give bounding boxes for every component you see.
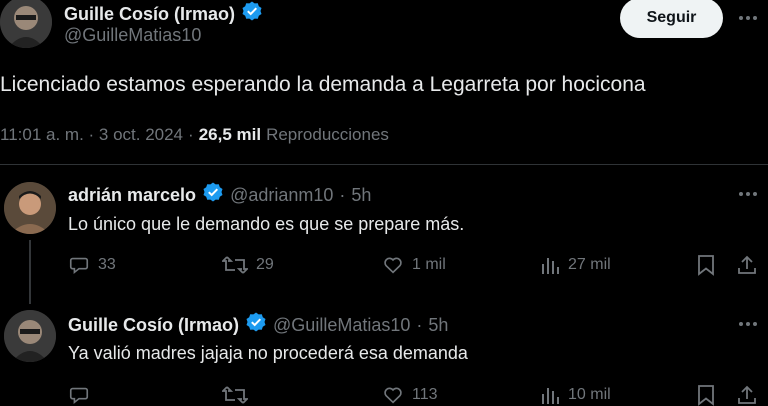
tweet-text: Licenciado estamos esperando la demanda … — [0, 73, 646, 96]
more-options-icon[interactable] — [736, 8, 760, 28]
heart-icon — [382, 384, 404, 406]
bookmark-icon — [696, 384, 716, 406]
thread-line — [29, 240, 31, 304]
reply-author-handle[interactable]: @GuilleMatias10 — [273, 313, 410, 337]
reply-timestamp[interactable]: 5h — [351, 183, 371, 207]
bookmark-button[interactable] — [696, 254, 716, 276]
reply-author-handle[interactable]: @adrianm10 — [230, 183, 333, 207]
tweet-meta: 11:01 a. m. · 3 oct. 2024 · 26,5 mil Rep… — [0, 124, 389, 146]
author-avatar[interactable] — [0, 0, 52, 48]
more-options-icon[interactable] — [736, 184, 760, 204]
views-count: 10 mil — [568, 386, 611, 403]
repost-count: 29 — [256, 256, 274, 273]
analytics-icon — [540, 254, 560, 276]
views-button[interactable]: 27 mil — [540, 254, 611, 276]
share-button[interactable] — [736, 254, 758, 276]
author-name[interactable]: Guille Cosío (Irmao) — [64, 3, 235, 25]
reply-text: Lo único que le demando es que se prepar… — [68, 214, 465, 234]
reply-avatar[interactable] — [4, 310, 56, 362]
repost-icon — [222, 254, 248, 276]
reply-header: adrián marcelo @adrianm10 · 5h — [68, 181, 371, 209]
views-label: Reproducciones — [266, 125, 389, 144]
follow-button[interactable]: Seguir — [620, 0, 723, 38]
repost-button[interactable]: 29 — [222, 254, 274, 276]
reply-author-name[interactable]: Guille Cosío (Irmao) — [68, 313, 239, 337]
analytics-icon — [540, 384, 560, 406]
share-icon — [736, 384, 758, 406]
reply-timestamp[interactable]: 5h — [428, 313, 448, 337]
divider — [0, 164, 768, 165]
like-button[interactable]: 113 — [382, 384, 438, 406]
more-options-icon[interactable] — [736, 314, 760, 334]
like-count: 1 mil — [412, 256, 446, 273]
bookmark-icon — [696, 254, 716, 276]
views-button[interactable]: 10 mil — [540, 384, 611, 406]
views-count: 26,5 mil — [198, 125, 262, 144]
meta-separator: · — [339, 185, 346, 205]
like-button[interactable]: 1 mil — [382, 254, 446, 276]
author-handle[interactable]: @GuilleMatias10 — [64, 24, 201, 46]
bookmark-button[interactable] — [696, 384, 716, 406]
reply-icon — [68, 384, 90, 406]
repost-button[interactable] — [222, 384, 256, 406]
verified-badge-icon — [241, 0, 263, 27]
reply-count: 33 — [98, 256, 116, 273]
like-count: 113 — [412, 386, 438, 403]
share-icon — [736, 254, 758, 276]
heart-icon — [382, 254, 404, 276]
reply-icon — [68, 254, 90, 276]
tweet-timestamp[interactable]: 11:01 a. m. · 3 oct. 2024 — [0, 124, 183, 146]
reply-author-name[interactable]: adrián marcelo — [68, 183, 196, 207]
repost-icon — [222, 384, 248, 406]
views-count: 27 mil — [568, 256, 611, 273]
meta-separator: · — [416, 315, 423, 335]
reply-text: Ya valió madres jajaja no procederá esa … — [68, 343, 468, 363]
reply-header: Guille Cosío (Irmao) @GuilleMatias10 · 5… — [68, 311, 448, 339]
verified-badge-icon — [202, 181, 224, 209]
share-button[interactable] — [736, 384, 758, 406]
meta-separator: · — [188, 125, 194, 144]
verified-badge-icon — [245, 311, 267, 339]
author-name-row[interactable]: Guille Cosío (Irmao) — [64, 0, 263, 27]
reply-avatar[interactable] — [4, 182, 56, 234]
reply-button[interactable] — [68, 384, 98, 406]
reply-button[interactable]: 33 — [68, 254, 116, 276]
